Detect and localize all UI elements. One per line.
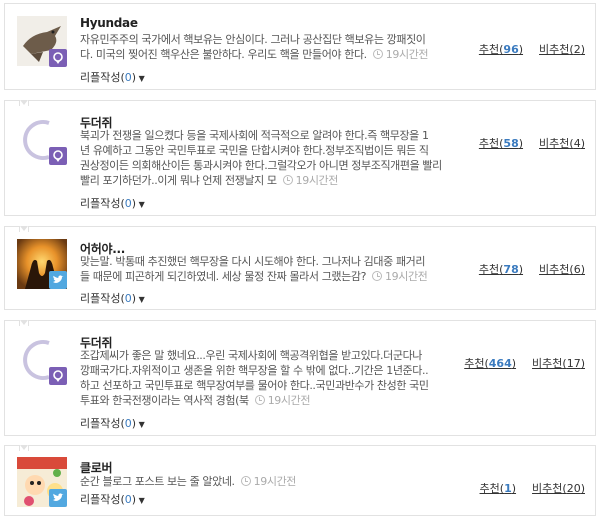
twitter-badge-icon xyxy=(49,489,67,507)
timestamp: 19시간전 xyxy=(372,47,429,62)
comment-card: 두더쥐 조갑제씨가 좋은 말 했네요...우린 국제사회에 핵공격위협을 받고있… xyxy=(4,320,596,436)
timestamp: 19시간전 xyxy=(254,393,310,408)
dropdown-arrow-icon: ▼ xyxy=(136,200,145,209)
not-recommend-button[interactable]: 비추천(6) xyxy=(539,263,585,276)
not-recommend-button[interactable]: 비추천(2) xyxy=(539,43,585,56)
comment-card: 클로버 순간 블로그 포스트 보는 줄 알았네. 19시간전 리플작성(0) ▼ … xyxy=(4,445,596,516)
not-recommend-button[interactable]: 비추천(17) xyxy=(532,357,585,370)
timestamp: 19시간전 xyxy=(240,474,296,489)
write-reply-button[interactable]: 리플작성(0) ▼ xyxy=(80,491,145,507)
yozm-badge-icon xyxy=(49,147,67,165)
vote-controls: 추천(96) 비추천(2) xyxy=(479,41,585,57)
not-recommend-button[interactable]: 비추천(4) xyxy=(539,137,585,150)
vote-controls: 추천(1) 비추천(20) xyxy=(480,480,585,496)
comment-line: 다. 미국의 찢어진 핵우산은 불안하다. 우리도 핵을 만들어야 한다. xyxy=(80,48,367,61)
comment-author[interactable]: Hyundae xyxy=(80,16,138,30)
dropdown-arrow-icon: ▼ xyxy=(136,420,145,429)
card-notch xyxy=(19,100,29,106)
clock-icon xyxy=(372,49,383,59)
clock-icon xyxy=(282,175,293,185)
write-reply-button[interactable]: 리플작성(0) ▼ xyxy=(80,415,145,431)
clock-icon xyxy=(254,395,265,405)
comment-body: 북괴가 전쟁을 일으켰다 등을 국제사회에 적극적으로 알려야 한다.즉 핵무장… xyxy=(80,129,442,188)
not-recommend-button[interactable]: 비추천(20) xyxy=(532,482,585,495)
recommend-button[interactable]: 추천(78) xyxy=(479,263,523,276)
comment-body: 조갑제씨가 좋은 말 했네요...우린 국제사회에 핵공격위협을 받고있다.더군… xyxy=(80,349,429,408)
vote-controls: 추천(464) 비추천(17) xyxy=(464,355,585,371)
card-notch xyxy=(19,445,29,451)
write-reply-button[interactable]: 리플작성(0) ▼ xyxy=(80,195,145,211)
comment-body: 맞는말. 박통때 추진했던 핵무장을 다시 시도해야 한다. 그나저나 김대중 … xyxy=(80,255,428,284)
yozm-badge-icon xyxy=(49,367,67,385)
twitter-badge-icon xyxy=(49,271,67,289)
clock-icon xyxy=(240,476,251,486)
dropdown-arrow-icon: ▼ xyxy=(136,74,145,83)
recommend-button[interactable]: 추천(58) xyxy=(479,137,523,150)
write-reply-button[interactable]: 리플작성(0) ▼ xyxy=(80,69,145,85)
timestamp: 19시간전 xyxy=(282,173,338,188)
yozm-badge-icon xyxy=(49,49,67,67)
comment-card: Hyundae 자유민주주의 국가에서 핵보유는 안심이다. 그러나 공산집단 … xyxy=(4,3,596,90)
recommend-button[interactable]: 추천(96) xyxy=(479,43,523,56)
vote-controls: 추천(78) 비추천(6) xyxy=(479,261,585,277)
recommend-button[interactable]: 추천(1) xyxy=(480,482,517,495)
comment-card: 두더쥐 북괴가 전쟁을 일으켰다 등을 국제사회에 적극적으로 알려야 한다.즉… xyxy=(4,100,596,216)
recommend-button[interactable]: 추천(464) xyxy=(464,357,516,370)
card-notch xyxy=(19,320,29,326)
clock-icon xyxy=(372,271,383,281)
comment-line: 자유민주주의 국가에서 핵보유는 안심이다. 그러나 공산집단 핵보유는 깡패짓… xyxy=(80,33,426,46)
dropdown-arrow-icon: ▼ xyxy=(136,295,145,304)
comment-body: 자유민주주의 국가에서 핵보유는 안심이다. 그러나 공산집단 핵보유는 깡패짓… xyxy=(80,32,429,62)
comment-card: 어허야... 맞는말. 박통때 추진했던 핵무장을 다시 시도해야 한다. 그나… xyxy=(4,226,596,310)
timestamp: 19시간전 xyxy=(372,269,428,284)
vote-controls: 추천(58) 비추천(4) xyxy=(479,135,585,151)
comment-body: 순간 블로그 포스트 보는 줄 알았네. 19시간전 xyxy=(80,474,297,489)
dropdown-arrow-icon: ▼ xyxy=(136,496,145,505)
card-notch xyxy=(19,226,29,232)
write-reply-button[interactable]: 리플작성(0) ▼ xyxy=(80,290,145,306)
